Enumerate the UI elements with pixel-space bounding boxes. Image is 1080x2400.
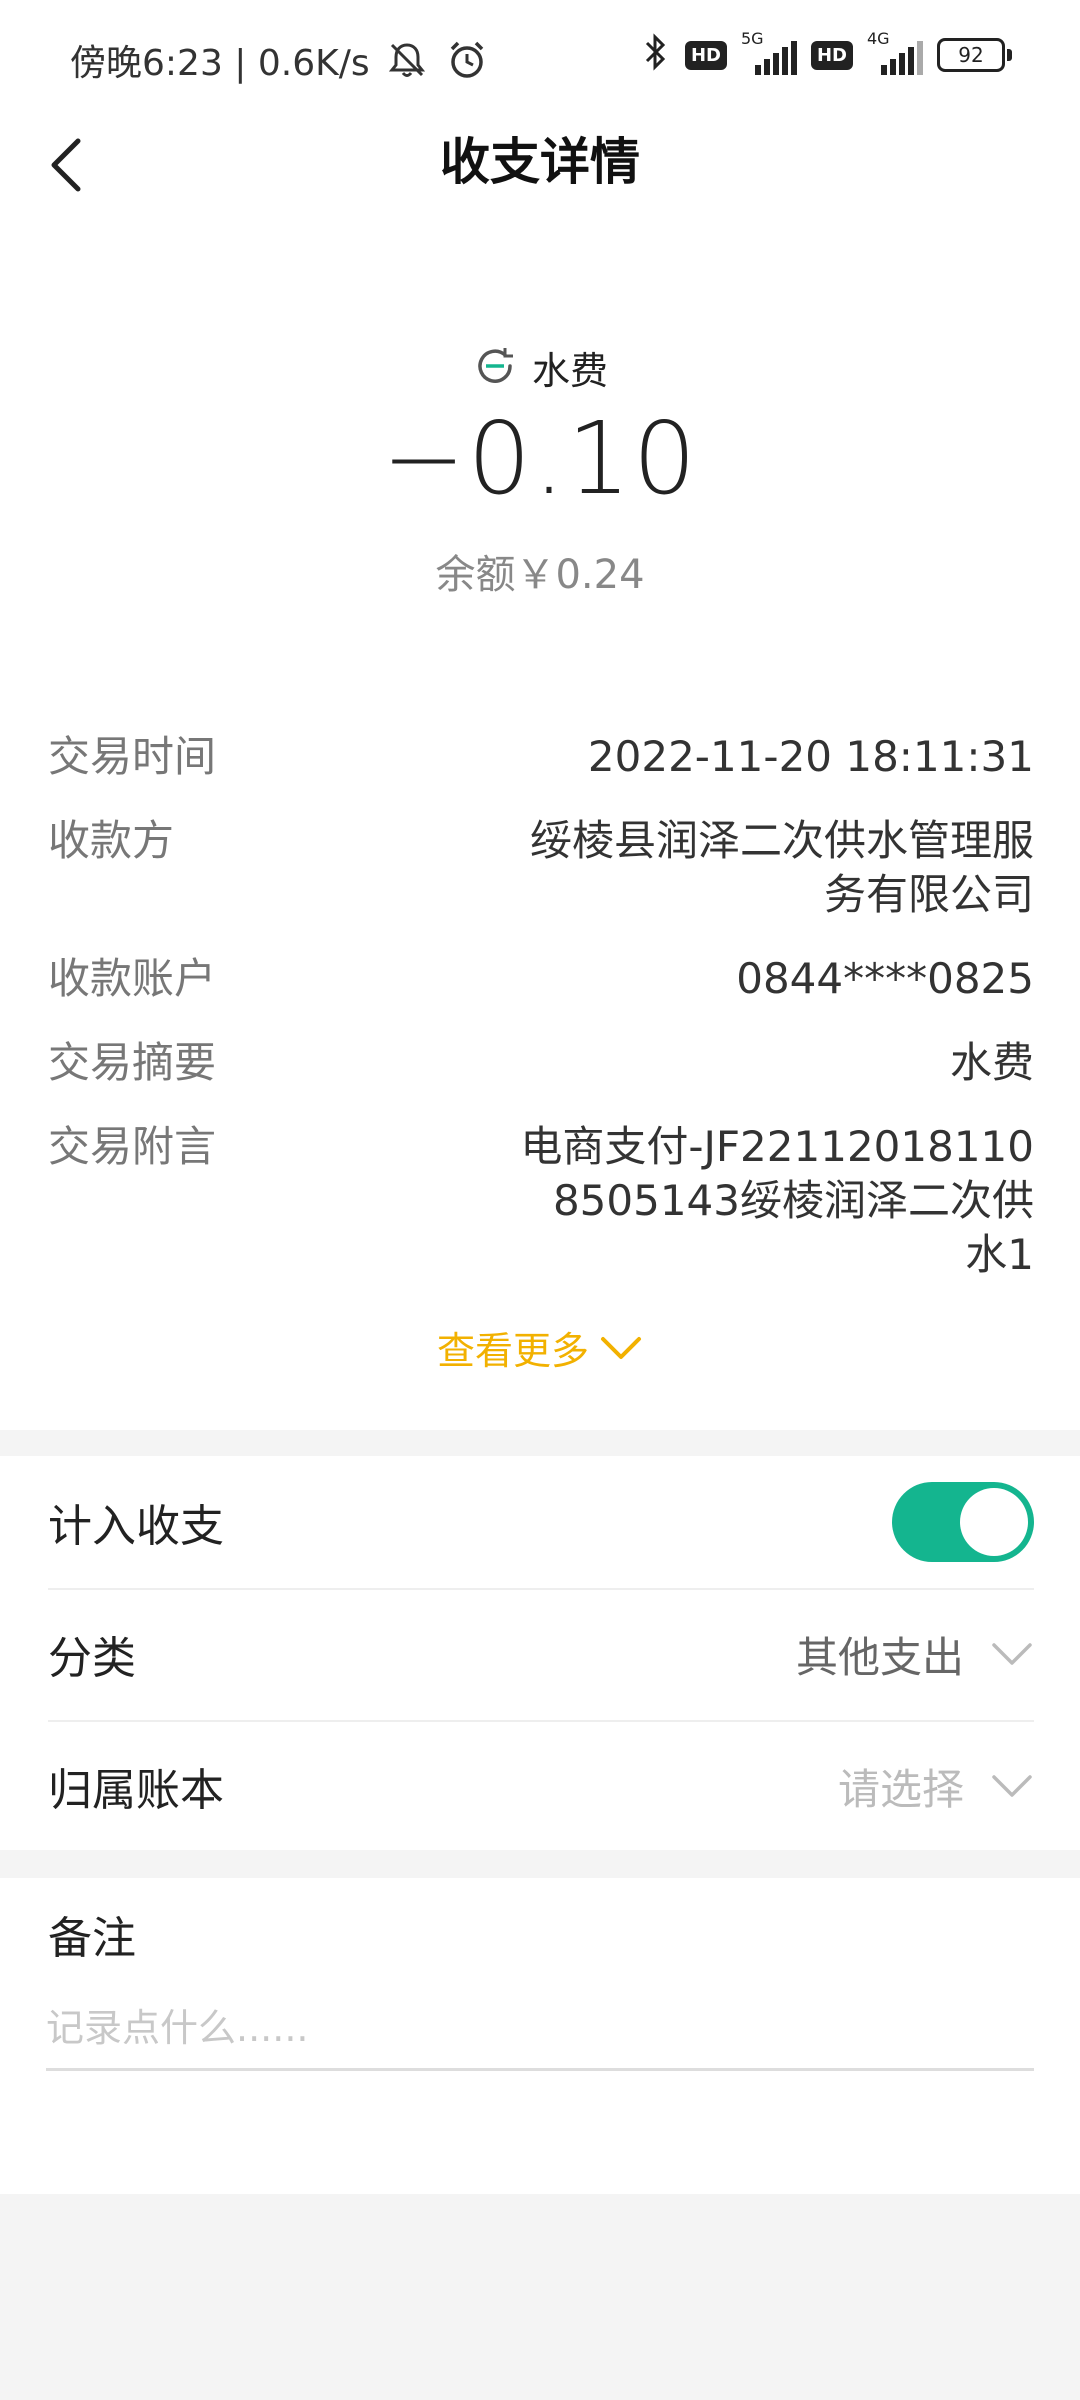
status-bar: 傍晚6:23 | 0.6K/s HD 5G HD 4G 92	[0, 0, 1080, 110]
category-row[interactable]: 分类 其他支出	[48, 1588, 1034, 1722]
remark-label: 备注	[48, 1913, 136, 1964]
bluetooth-icon	[641, 32, 671, 78]
detail-row-memo: 交易附言 电商支付-JF221120181108505143绥棱润泽二次供水1	[48, 1120, 1034, 1282]
remark-input[interactable]	[46, 1988, 1034, 2071]
merchant-name: 水费	[531, 349, 608, 393]
ledger-book-label: 归属账本	[48, 1765, 224, 1816]
ledger-book-row[interactable]: 归属账本 请选择	[48, 1720, 1034, 1852]
status-right: HD 5G HD 4G 92	[641, 29, 1012, 78]
detail-value: 电商支付-JF221120181108505143绥棱润泽二次供水1	[520, 1122, 1034, 1279]
network-type-5g: 5G	[740, 29, 764, 48]
category-label: 分类	[48, 1633, 136, 1684]
chevron-down-icon	[992, 1775, 1032, 1797]
detail-value: 0844****0825	[736, 954, 1034, 1003]
balance-text: 余额￥0.24	[435, 552, 645, 598]
status-left: 傍晚6:23 | 0.6K/s	[70, 34, 490, 86]
payment-icon	[472, 343, 518, 393]
alarm-icon	[444, 37, 490, 83]
detail-list: 交易时间 2022-11-20 18:11:31 收款方 绥棱县润泽二次供水管理…	[48, 730, 1034, 1312]
detail-value: 水费	[949, 1038, 1034, 1087]
detail-label: 交易摘要	[48, 1038, 217, 1087]
status-time-speed: 傍晚6:23 | 0.6K/s	[70, 43, 370, 84]
detail-row-payee: 收款方 绥棱县润泽二次供水管理服务有限公司	[48, 814, 1034, 922]
detail-label: 交易附言	[48, 1122, 217, 1171]
transaction-summary-card: 水费 −0.10 余额￥0.24 交易时间 2022-11-20 18:11:3…	[0, 310, 1080, 1430]
detail-label: 交易时间	[48, 732, 217, 781]
include-in-ledger-row: 计入收支	[48, 1456, 1034, 1590]
page-title: 收支详情	[440, 133, 640, 191]
include-in-ledger-toggle[interactable]	[892, 1482, 1034, 1562]
battery-icon: 92	[937, 38, 1012, 72]
page: 傍晚6:23 | 0.6K/s HD 5G HD 4G 92 收支详情 水费 −…	[0, 0, 1080, 2400]
include-in-ledger-label: 计入收支	[48, 1501, 224, 1552]
chevron-down-icon	[601, 1336, 641, 1359]
network-type-4g: 4G	[867, 29, 890, 48]
chevron-down-icon	[992, 1643, 1032, 1665]
see-more-label: 查看更多	[436, 1329, 589, 1373]
signal-icon: 4G	[867, 29, 923, 75]
category-value: 其他支出	[795, 1632, 964, 1682]
settings-card: 计入收支 分类 其他支出 归属账本 请选择	[0, 1456, 1080, 1850]
nav-bar: 收支详情	[0, 110, 1080, 310]
detail-value: 绥棱县润泽二次供水管理服务有限公司	[529, 816, 1034, 919]
detail-row-account: 收款账户 0844****0825	[48, 952, 1034, 1006]
hd-icon: HD	[684, 40, 727, 70]
detail-label: 收款账户	[48, 954, 217, 1003]
remark-card: 备注	[0, 1878, 1080, 2194]
signal-icon: 5G	[741, 29, 797, 75]
detail-value: 2022-11-20 18:11:31	[587, 732, 1034, 781]
hd-icon: HD	[810, 40, 853, 70]
mute-icon	[384, 37, 430, 83]
toggle-knob	[960, 1488, 1028, 1556]
see-more-button[interactable]: 查看更多	[0, 1320, 1080, 1375]
detail-label: 收款方	[48, 816, 175, 865]
battery-level: 92	[937, 38, 1005, 72]
ledger-book-value: 请选择	[837, 1764, 964, 1814]
transaction-amount: −0.10	[381, 400, 699, 517]
detail-row-time: 交易时间 2022-11-20 18:11:31	[48, 730, 1034, 784]
ledger-book-selector[interactable]: 请选择	[838, 1756, 1034, 1817]
detail-row-summary: 交易摘要 水费	[48, 1036, 1034, 1090]
category-selector[interactable]: 其他支出	[796, 1624, 1034, 1685]
merchant-row: 水费	[0, 340, 1080, 395]
